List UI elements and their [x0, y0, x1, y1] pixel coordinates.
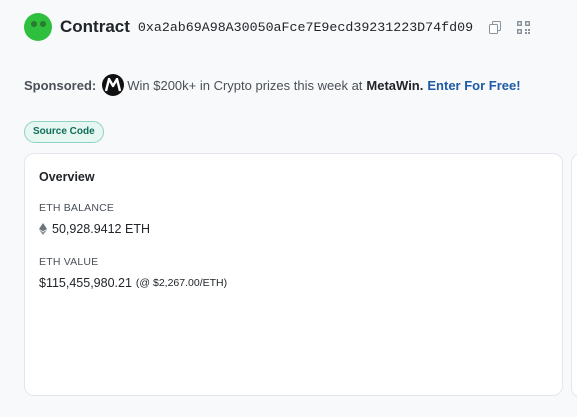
- eth-value-label: ETH VALUE: [39, 256, 99, 268]
- overview-card: Overview ETH BALANCE 50,928.9412 ETH ETH…: [24, 153, 563, 396]
- eth-value-row: $115,455,980.21 (@ $2,267.00/ETH): [39, 276, 227, 290]
- ethereum-icon: [39, 223, 47, 235]
- eth-balance-value-row: 50,928.9412 ETH: [39, 222, 150, 236]
- eth-value-amount: $115,455,980.21: [39, 276, 132, 290]
- sponsored-brand[interactable]: MetaWin.: [366, 78, 423, 93]
- metawin-logo-icon[interactable]: [102, 74, 125, 96]
- enter-for-free-link[interactable]: Enter For Free!: [427, 78, 520, 93]
- qr-code-icon[interactable]: [515, 19, 531, 35]
- copy-icon[interactable]: [487, 19, 503, 35]
- overview-title: Overview: [39, 170, 95, 184]
- contract-address[interactable]: 0xa2ab69A98A30050aFce7E9ecd39231223D74fd…: [138, 20, 473, 35]
- contract-avatar: [24, 13, 52, 41]
- eth-balance-value: 50,928.9412 ETH: [52, 222, 150, 236]
- page-header: Contract 0xa2ab69A98A30050aFce7E9ecd3923…: [24, 11, 531, 43]
- source-code-badge[interactable]: Source Code: [24, 121, 104, 143]
- sponsored-label: Sponsored:: [24, 77, 97, 93]
- sponsored-text: Win $200k+ in Crypto prizes this week at: [127, 77, 363, 93]
- more-info-card-edge: [571, 153, 577, 398]
- eth-balance-label: ETH BALANCE: [39, 202, 115, 214]
- eth-price-rate: (@ $2,267.00/ETH): [135, 277, 228, 289]
- sponsored-banner: Sponsored: Win $200k+ in Crypto prizes t…: [24, 74, 521, 96]
- page-title: Contract: [60, 17, 130, 36]
